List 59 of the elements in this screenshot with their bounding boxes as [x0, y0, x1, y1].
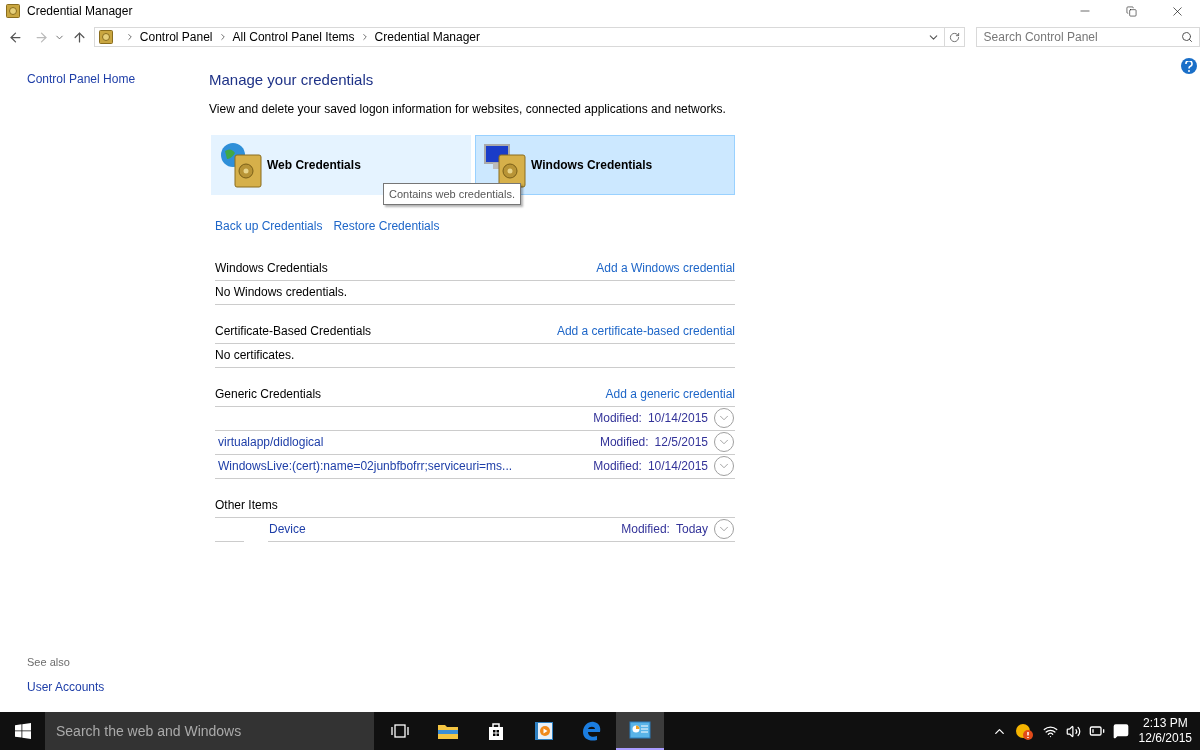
volume-icon[interactable] [1065, 723, 1081, 739]
control-panel-icon [629, 721, 651, 739]
vault-icon [5, 3, 21, 19]
modified-date: 12/5/2015 [654, 434, 708, 451]
modified-date: 10/14/2015 [647, 458, 708, 475]
folder-icon [437, 722, 459, 740]
sidebar-link[interactable]: User Accounts [27, 678, 105, 696]
search-field[interactable]: Search Control Panel [975, 27, 1200, 47]
section-title: Windows Credentials [215, 259, 328, 277]
add-credential-link[interactable]: Add a generic credential [605, 384, 735, 403]
search-icon [1181, 31, 1193, 43]
refresh-button[interactable] [944, 27, 965, 47]
e-logo-icon [581, 720, 603, 742]
globe-safe-icon [219, 140, 265, 189]
modified-date: Today [675, 521, 708, 538]
sidebar-link[interactable]: Control Panel Home [27, 70, 136, 88]
tooltip: Contains web credentials. [383, 182, 521, 205]
window-title: Credential Manager [27, 3, 134, 20]
address-bar[interactable]: Control Panel All Control Panel Items Credential Manager [93, 27, 945, 47]
add-credential-link[interactable]: Add a certificate-based credential [556, 321, 735, 340]
page-heading: Manage your credentials [209, 70, 375, 90]
modified-date: 10/14/2015 [647, 410, 708, 427]
taskbar-search-field[interactable]: Search the web and Windows [45, 712, 374, 750]
restore-icon [1125, 5, 1137, 17]
empty-message: No Windows credentials. [215, 284, 348, 301]
wifi-icon[interactable] [1042, 723, 1058, 739]
page-description: View and delete your saved logon information for websites, connected applications and networks. [209, 100, 727, 118]
refresh-icon [948, 31, 960, 43]
taskbar-clock[interactable]: 2:13 PM 12/6/2015 [1138, 716, 1200, 746]
notification-icon[interactable] [1112, 723, 1129, 739]
action-link[interactable]: Back up Credentials [215, 216, 323, 235]
credential-link[interactable]: Device [269, 520, 306, 538]
credential-link[interactable]: virtualapp/didlogical [218, 433, 324, 451]
breadcrumb-item[interactable]: All Control Panel Items [232, 28, 355, 46]
empty-message: No certificates. [215, 347, 295, 364]
see-also-label: See also [27, 654, 71, 670]
task-view-icon [390, 723, 410, 739]
modified-label: Modified: [621, 521, 670, 538]
add-credential-link[interactable]: Add a Windows credential [596, 258, 735, 277]
modified-label: Modified: [599, 434, 649, 451]
modified-label: Modified: [593, 458, 642, 475]
battery-icon[interactable] [1088, 723, 1105, 739]
vault-icon [97, 29, 114, 45]
modified-label: Modified: [593, 410, 642, 427]
help-button[interactable] [1181, 58, 1197, 74]
play-tile-icon [534, 721, 554, 741]
credential-link[interactable]: WindowsLive:(cert):name=02junbfbofrr;serviceuri=ms... [218, 457, 513, 475]
shopping-bag-icon [486, 721, 506, 741]
arrow-right-icon [33, 29, 49, 45]
windows-logo-icon [14, 723, 31, 739]
section-title: Other Items [215, 496, 278, 514]
taskbar-app-button[interactable] [616, 712, 664, 750]
warning-badge-icon[interactable] [1014, 722, 1033, 740]
action-link[interactable]: Restore Credentials [333, 216, 440, 235]
breadcrumb-item[interactable]: Credential Manager [374, 28, 480, 46]
section-title: Certificate-Based Credentials [215, 322, 372, 340]
section-title: Generic Credentials [215, 385, 322, 403]
help-icon [1185, 60, 1193, 72]
breadcrumb-item[interactable]: Control Panel [139, 28, 213, 46]
